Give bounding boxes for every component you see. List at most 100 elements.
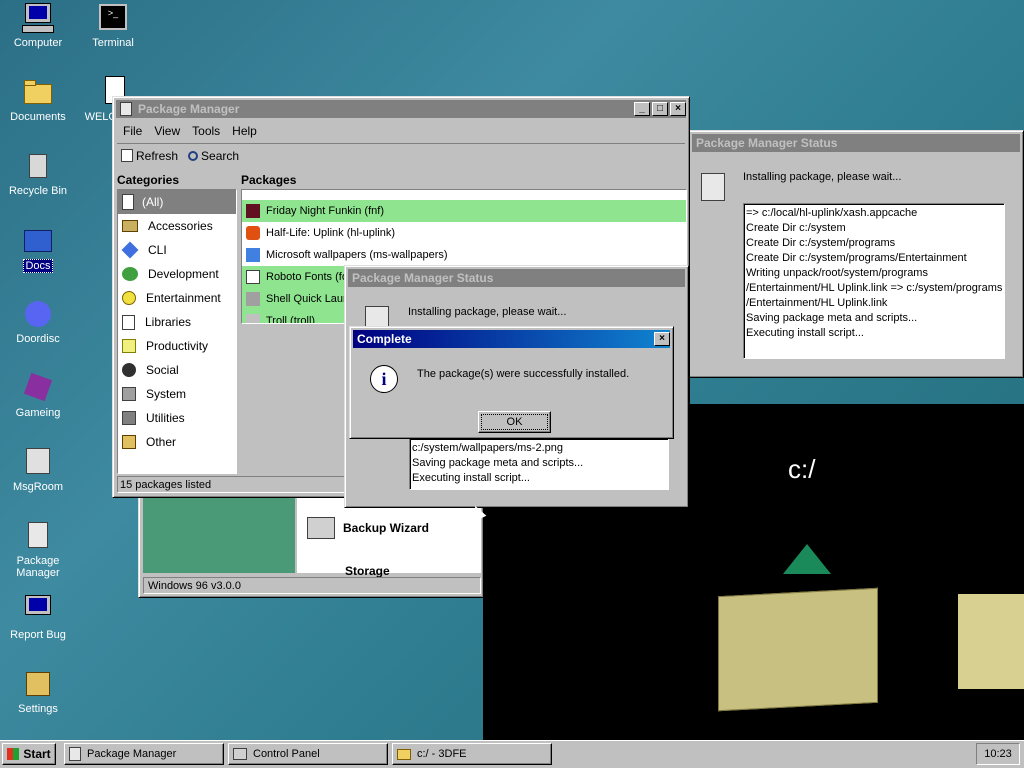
menu-help[interactable]: Help xyxy=(232,124,257,138)
desktop-icon-terminal[interactable]: >_ Terminal xyxy=(75,2,151,49)
desktop-icon-msgroom[interactable]: MsgRoom xyxy=(0,446,76,493)
all-icon xyxy=(122,194,134,210)
desktop-icon-package-manager[interactable]: Package Manager xyxy=(0,520,76,579)
ok-button[interactable]: OK xyxy=(478,411,551,433)
category-libraries[interactable]: Libraries xyxy=(118,310,236,334)
categories-list[interactable]: (All) Accessories CLI Development Entert… xyxy=(117,189,237,474)
font-icon xyxy=(246,270,260,284)
package-status: 15 packages listed xyxy=(117,476,349,493)
category-cli[interactable]: CLI xyxy=(118,238,236,262)
other-icon xyxy=(122,435,136,449)
desktop-icon-recycle-bin[interactable]: Recycle Bin xyxy=(0,150,76,197)
status-message: Installing package, please wait... xyxy=(408,306,567,318)
close-button[interactable]: × xyxy=(654,332,670,346)
folder-3d-icon-2[interactable] xyxy=(958,594,1024,689)
minimize-button[interactable]: _ xyxy=(634,102,650,116)
productivity-icon xyxy=(122,339,136,353)
desktop-icon-docs[interactable]: Docs xyxy=(0,224,76,273)
menu-tools[interactable]: Tools xyxy=(192,124,220,138)
backup-wizard-item[interactable]: Backup Wizard xyxy=(307,517,429,539)
log-line: Create Dir c:/system xyxy=(746,222,846,234)
package-icon xyxy=(69,747,81,761)
desktop-icon-doordisc[interactable]: Doordisc xyxy=(0,298,76,345)
accessories-icon xyxy=(122,220,138,232)
package-icon xyxy=(22,520,54,552)
terminal-icon: >_ xyxy=(97,2,129,34)
status-window-back[interactable]: Package Manager Status Installing packag… xyxy=(688,130,1024,378)
bug-report-icon xyxy=(22,594,54,626)
log-line: /Entertainment/HL Uplink.link xyxy=(746,297,888,309)
category-productivity[interactable]: Productivity xyxy=(118,334,236,358)
log-line: Executing install script... xyxy=(412,472,530,484)
refresh-button[interactable]: Refresh xyxy=(121,149,178,163)
title-bar[interactable]: Package Manager _ □ × xyxy=(116,100,686,118)
category-development[interactable]: Development xyxy=(118,262,236,286)
half-life-icon xyxy=(246,226,260,240)
storage-item[interactable]: Storage xyxy=(345,564,390,578)
up-arrow-icon[interactable] xyxy=(783,544,831,574)
path-label: c:/ xyxy=(788,454,816,484)
package-icon xyxy=(120,102,132,116)
computer-icon xyxy=(22,2,54,34)
smiley-icon xyxy=(122,291,136,305)
maximize-button[interactable]: □ xyxy=(652,102,668,116)
log-line: Create Dir c:/system/programs/Entertainm… xyxy=(746,252,967,264)
dialog-message: The package(s) were successfully install… xyxy=(417,368,630,380)
package-row[interactable]: Microsoft wallpapers (ms-wallpapers) xyxy=(242,244,686,266)
settings-icon xyxy=(22,668,54,700)
category-other[interactable]: Other xyxy=(118,430,236,454)
log-line: /Entertainment/HL Uplink.link => c:/syst… xyxy=(746,282,1003,294)
backup-icon xyxy=(307,517,335,539)
cli-icon xyxy=(121,241,139,259)
title-bar[interactable]: Package Manager Status xyxy=(692,134,1020,152)
info-icon: i xyxy=(370,365,398,393)
control-panel-icon xyxy=(233,748,247,760)
refresh-icon xyxy=(121,149,133,162)
fnf-icon xyxy=(246,204,260,218)
libraries-icon xyxy=(122,314,135,330)
troll-icon xyxy=(246,314,260,323)
menu-bar: File View Tools Help xyxy=(123,124,257,138)
desktop-icon-settings[interactable]: Settings xyxy=(0,668,76,715)
cube-icon xyxy=(22,372,54,404)
category-accessories[interactable]: Accessories xyxy=(118,214,236,238)
utilities-icon xyxy=(122,411,136,425)
log-line: Executing install script... xyxy=(746,327,864,339)
shell-icon xyxy=(246,292,260,306)
title-bar[interactable]: Package Manager Status xyxy=(348,269,685,287)
desktop-icon-report-bug[interactable]: Report Bug xyxy=(0,594,76,641)
packages-header: Packages xyxy=(241,173,297,187)
taskbar-item-control-panel[interactable]: Control Panel xyxy=(228,743,388,765)
search-icon xyxy=(188,150,199,161)
log-line: Writing unpack/root/system/programs xyxy=(746,267,928,279)
log-list[interactable]: => c:/local/hl-uplink/xash.appcache Crea… xyxy=(743,203,1005,359)
menu-view[interactable]: View xyxy=(154,124,180,138)
close-button[interactable]: × xyxy=(670,102,686,116)
complete-dialog[interactable]: Complete × i The package(s) were success… xyxy=(349,326,674,439)
package-row[interactable]: Friday Night Funkin (fnf) xyxy=(242,200,686,222)
start-button[interactable]: Start xyxy=(2,743,56,765)
clock: 10:23 xyxy=(976,743,1020,765)
search-button[interactable]: Search xyxy=(188,149,239,163)
category-utilities[interactable]: Utilities xyxy=(118,406,236,430)
log-list[interactable]: c:/system/wallpapers/ms-2.png Saving pac… xyxy=(409,438,669,490)
taskbar-item-3dfe[interactable]: c:/ - 3DFE xyxy=(392,743,552,765)
log-line: Saving package meta and scripts... xyxy=(412,457,584,469)
category-entertainment[interactable]: Entertainment xyxy=(118,286,236,310)
folder-icon xyxy=(397,748,411,760)
blue-folder-icon xyxy=(22,224,54,256)
desktop-icon-documents[interactable]: Documents xyxy=(0,76,76,123)
taskbar-item-package-manager[interactable]: Package Manager xyxy=(64,743,224,765)
development-icon xyxy=(122,267,138,281)
title-bar[interactable]: Complete × xyxy=(353,330,670,348)
folder-3d-icon[interactable] xyxy=(718,587,878,712)
package-icon xyxy=(701,173,725,201)
package-row[interactable]: Half-Life: Uplink (hl-uplink) xyxy=(242,222,686,244)
desktop-icon-computer[interactable]: Computer xyxy=(0,2,76,49)
log-line: c:/system/wallpapers/ms-2.png xyxy=(412,442,563,454)
category-social[interactable]: Social xyxy=(118,358,236,382)
menu-file[interactable]: File xyxy=(123,124,142,138)
category-all[interactable]: (All) xyxy=(118,190,236,214)
category-system[interactable]: System xyxy=(118,382,236,406)
desktop-icon-gameing[interactable]: Gameing xyxy=(0,372,76,419)
